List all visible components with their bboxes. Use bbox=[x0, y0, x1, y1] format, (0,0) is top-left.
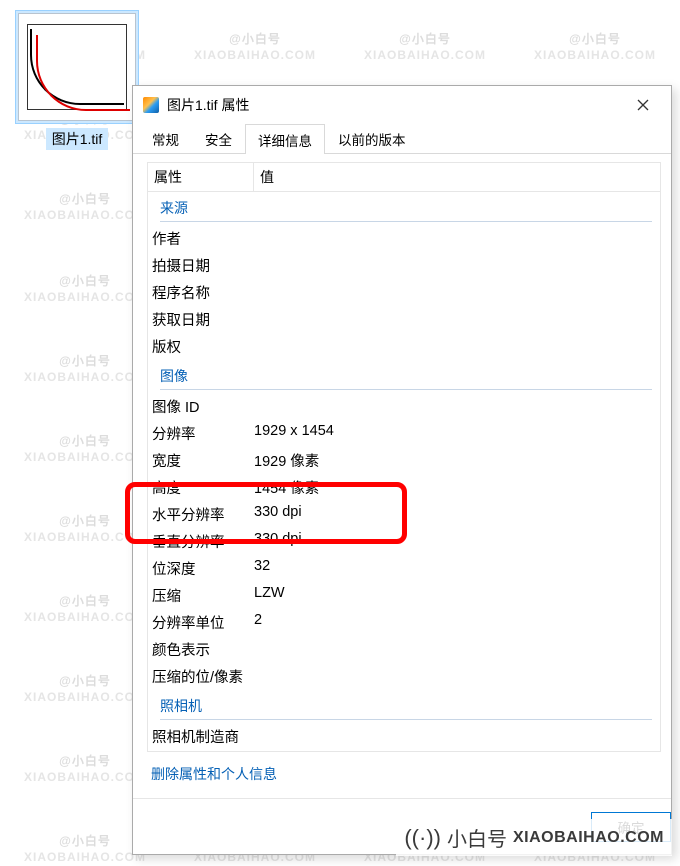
property-key: 拍摄日期 bbox=[152, 255, 254, 276]
close-icon bbox=[637, 99, 649, 111]
property-value: 1929 x 1454 bbox=[254, 423, 652, 444]
broadcast-icon: ((·)) bbox=[404, 825, 441, 851]
property-row[interactable]: 分辨率1929 x 1454 bbox=[148, 420, 660, 447]
property-row[interactable]: 颜色表示 bbox=[148, 636, 660, 663]
property-value bbox=[254, 336, 652, 357]
property-row[interactable]: 版权 bbox=[148, 333, 660, 360]
property-value: 330 dpi bbox=[254, 531, 652, 552]
credit-url: XIAOBAIHAO.COM bbox=[513, 829, 664, 847]
property-row[interactable]: 程序名称 bbox=[148, 279, 660, 306]
property-key: 垂直分辨率 bbox=[152, 531, 254, 552]
property-key: 位深度 bbox=[152, 558, 254, 579]
property-value bbox=[254, 255, 652, 276]
property-value bbox=[254, 309, 652, 330]
section-header: 来源 bbox=[148, 192, 660, 225]
property-value: 1454 像素 bbox=[254, 477, 652, 498]
remove-properties-link[interactable]: 删除属性和个人信息 bbox=[147, 752, 661, 790]
property-key: 水平分辨率 bbox=[152, 504, 254, 525]
property-key: 压缩的位/像素 bbox=[152, 666, 254, 687]
property-row[interactable]: 拍摄日期 bbox=[148, 252, 660, 279]
property-value: 330 dpi bbox=[254, 504, 652, 525]
dialog-title: 图片1.tif 属性 bbox=[167, 95, 621, 115]
property-key: 宽度 bbox=[152, 450, 254, 471]
tab-content: 属性 值 来源作者拍摄日期程序名称获取日期版权图像图像 ID 分辨率1929 x … bbox=[133, 154, 671, 798]
property-key: 分辨率 bbox=[152, 423, 254, 444]
property-key: 分辨率单位 bbox=[152, 612, 254, 633]
tab-previous-versions[interactable]: 以前的版本 bbox=[325, 123, 419, 153]
property-value bbox=[254, 666, 652, 687]
property-row[interactable]: 压缩的位/像素 bbox=[148, 663, 660, 690]
property-row[interactable]: 位深度32 bbox=[148, 555, 660, 582]
tab-details[interactable]: 详细信息 bbox=[245, 124, 325, 154]
property-row[interactable]: 水平分辨率330 dpi bbox=[148, 501, 660, 528]
credit-overlay: ((·)) 小白号 XIAOBAIHAO.COM bbox=[396, 819, 672, 856]
property-key: 作者 bbox=[152, 228, 254, 249]
property-key: 程序名称 bbox=[152, 282, 254, 303]
property-value: 32 bbox=[254, 558, 652, 579]
property-value bbox=[254, 396, 652, 417]
section-header: 图像 bbox=[148, 360, 660, 393]
property-row[interactable]: 图像 ID bbox=[148, 393, 660, 420]
property-value: 1929 像素 bbox=[254, 450, 652, 471]
property-value bbox=[254, 282, 652, 303]
tab-bar: 常规 安全 详细信息 以前的版本 bbox=[133, 124, 671, 154]
credit-name: 小白号 bbox=[447, 823, 507, 852]
tab-general[interactable]: 常规 bbox=[139, 123, 192, 153]
file-thumbnail bbox=[18, 13, 136, 121]
property-value: LZW bbox=[254, 585, 652, 606]
property-row[interactable]: 照相机制造商 bbox=[148, 723, 660, 750]
property-row[interactable]: 宽度1929 像素 bbox=[148, 447, 660, 474]
property-row[interactable]: 分辨率单位2 bbox=[148, 609, 660, 636]
property-key: 颜色表示 bbox=[152, 639, 254, 660]
close-button[interactable] bbox=[621, 90, 665, 120]
property-value bbox=[254, 726, 652, 747]
property-key: 压缩 bbox=[152, 585, 254, 606]
property-row[interactable]: 垂直分辨率330 dpi bbox=[148, 528, 660, 555]
property-key: 获取日期 bbox=[152, 309, 254, 330]
property-value bbox=[254, 228, 652, 249]
list-header: 属性 值 bbox=[147, 162, 661, 191]
property-key: 版权 bbox=[152, 336, 254, 357]
titlebar: 图片1.tif 属性 bbox=[133, 86, 671, 124]
properties-dialog: 图片1.tif 属性 常规 安全 详细信息 以前的版本 属性 值 来源作者拍摄日… bbox=[132, 85, 672, 855]
file-name: 图片1.tif bbox=[46, 128, 109, 150]
property-value bbox=[254, 639, 652, 660]
property-row[interactable]: 作者 bbox=[148, 225, 660, 252]
section-header: 照相机 bbox=[148, 690, 660, 723]
property-key: 高度 bbox=[152, 477, 254, 498]
property-row[interactable]: 高度1454 像素 bbox=[148, 474, 660, 501]
property-row[interactable]: 获取日期 bbox=[148, 306, 660, 333]
column-property[interactable]: 属性 bbox=[148, 163, 254, 191]
app-icon bbox=[143, 97, 159, 113]
file-item[interactable]: 图片1.tif bbox=[15, 10, 139, 150]
tab-security[interactable]: 安全 bbox=[192, 123, 245, 153]
property-row[interactable]: 照相机型号 bbox=[148, 750, 660, 752]
column-value[interactable]: 值 bbox=[254, 163, 660, 191]
property-key: 照相机制造商 bbox=[152, 726, 254, 747]
property-row[interactable]: 压缩LZW bbox=[148, 582, 660, 609]
property-value: 2 bbox=[254, 612, 652, 633]
property-list[interactable]: 来源作者拍摄日期程序名称获取日期版权图像图像 ID分辨率1929 x 1454宽… bbox=[147, 191, 661, 752]
property-key: 图像 ID bbox=[152, 396, 254, 417]
